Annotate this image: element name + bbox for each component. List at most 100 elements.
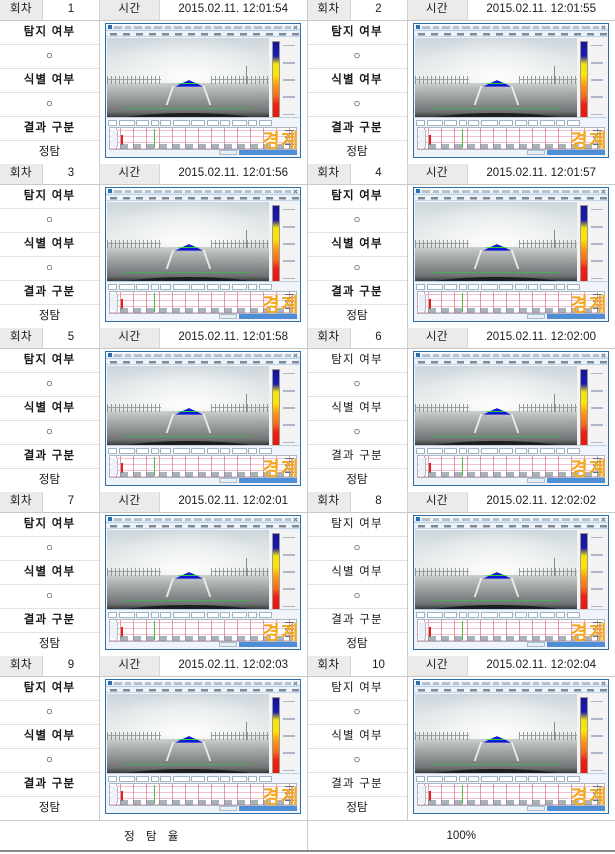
attribute-list: 탐지 여부 ○ 식별 여부 ○ 결과 구분 정탐 [307, 349, 408, 492]
result-value: 정탐 [38, 637, 61, 650]
result-label: 결과 구분 [0, 117, 99, 141]
color-scale-legend [269, 694, 300, 780]
screenshot-cell: 경계 [100, 349, 307, 492]
color-scale-ticks [282, 530, 299, 616]
app-icon [416, 517, 421, 521]
time-label: 시간 [100, 492, 160, 512]
guardrail-bar-right [210, 407, 270, 409]
round-label: 회차 [307, 0, 351, 20]
close-icon[interactable] [601, 25, 606, 30]
accuracy-rate-value: 100% [446, 829, 476, 842]
entry-body: 탐지 여부 ○ 식별 여부 ○ 결과 구분 정탐 경계 [0, 513, 307, 656]
app-title-text [422, 353, 600, 357]
app-menu-bar[interactable] [414, 31, 609, 37]
round-number: 10 [350, 656, 408, 676]
time-value: 2015.02.11. 12:02:03 [160, 656, 307, 676]
graph-toolbar[interactable] [108, 611, 298, 618]
time-label: 시간 [407, 492, 468, 512]
app-menu-bar[interactable] [106, 687, 301, 693]
detection-label: 탐지 여부 [307, 349, 407, 373]
app-title-bar [414, 516, 609, 523]
app-menu-bar[interactable] [106, 359, 301, 365]
round-number: 9 [43, 656, 100, 676]
app-icon [416, 353, 421, 357]
screenshot-cell: 경계 [100, 21, 307, 164]
guardrail-bar-right [210, 735, 270, 737]
detection-entry: 회차 1 시간 2015.02.11. 12:01:54 탐지 여부 ○ 식별 … [0, 0, 308, 164]
graph-toolbar[interactable] [108, 119, 298, 126]
close-icon[interactable] [601, 517, 606, 522]
close-icon[interactable] [293, 189, 298, 194]
identification-value: ○ [307, 585, 407, 609]
graph-toolbar[interactable] [416, 283, 606, 290]
close-icon[interactable] [601, 681, 606, 686]
app-icon [108, 353, 113, 357]
app-title-text [114, 25, 292, 29]
road-camera-view [107, 530, 270, 616]
result-label: 결과 구분 [0, 445, 99, 469]
detection-label: 탐지 여부 [0, 513, 99, 537]
app-menu-bar[interactable] [414, 195, 609, 201]
color-scale-legend [577, 530, 608, 616]
utility-pole-icon [245, 394, 247, 412]
graph-toolbar[interactable] [108, 775, 298, 782]
roi-polygon [112, 574, 265, 601]
graph-toolbar[interactable] [416, 611, 606, 618]
close-icon[interactable] [293, 681, 298, 686]
close-icon[interactable] [293, 353, 298, 358]
road-camera-view [415, 694, 578, 780]
entry-header: 회차 10 시간 2015.02.11. 12:02:04 [307, 656, 615, 677]
app-title-bar [106, 352, 301, 359]
roi-polygon [112, 246, 265, 273]
app-icon [108, 25, 113, 29]
result-value: 정탐 [346, 145, 368, 158]
detection-label: 탐지 여부 [307, 677, 407, 701]
app-menu-bar[interactable] [106, 31, 301, 37]
app-menu-bar[interactable] [106, 195, 301, 201]
close-icon[interactable] [601, 353, 606, 358]
chart-y-axis [419, 130, 427, 147]
color-scale-bar [272, 533, 281, 613]
time-label: 시간 [100, 0, 160, 20]
graph-toolbar[interactable] [108, 447, 298, 454]
utility-pole-icon [245, 722, 247, 740]
attribute-list: 탐지 여부 ○ 식별 여부 ○ 결과 구분 정탐 [0, 513, 100, 656]
graph-toolbar[interactable] [416, 119, 606, 126]
app-menu-bar[interactable] [414, 359, 609, 365]
identification-label: 식별 여부 [0, 561, 99, 585]
entry-body: 탐지 여부 ○ 식별 여부 ○ 결과 구분 정탐 경계 [307, 677, 615, 820]
identification-label: 식별 여부 [0, 69, 99, 93]
color-scale-bar [272, 41, 281, 121]
app-icon [108, 189, 113, 193]
identification-label: 식별 여부 [0, 725, 99, 749]
app-menu-bar[interactable] [414, 523, 609, 529]
color-scale-ticks [590, 530, 607, 616]
close-icon[interactable] [293, 25, 298, 30]
guardrail-bar-right [210, 243, 270, 245]
identification-value: ○ [0, 749, 99, 773]
graph-toolbar[interactable] [416, 447, 606, 454]
app-title-text [114, 517, 292, 521]
guardrail-bar-right [518, 735, 578, 737]
close-icon[interactable] [293, 517, 298, 522]
fog-detection-app-screenshot: 경계 [413, 187, 610, 322]
app-menu-bar[interactable] [414, 687, 609, 693]
guardrail-bar-left [107, 243, 161, 245]
color-scale-bar [580, 697, 589, 777]
app-title-bar [106, 24, 301, 31]
entry-header: 회차 3 시간 2015.02.11. 12:01:56 [0, 164, 307, 185]
app-menu-bar[interactable] [106, 523, 301, 529]
identification-label: 식별 여부 [307, 69, 407, 93]
close-icon[interactable] [601, 189, 606, 194]
graph-toolbar[interactable] [416, 775, 606, 782]
entry-header: 회차 5 시간 2015.02.11. 12:01:58 [0, 328, 307, 349]
alert-overlay: 경계 [262, 459, 300, 480]
time-value: 2015.02.11. 12:02:00 [467, 328, 615, 348]
color-scale-bar [580, 533, 589, 613]
entry-body: 탐지 여부 ○ 식별 여부 ○ 결과 구분 정탐 경계 [307, 513, 615, 656]
color-scale-legend [269, 530, 300, 616]
graph-toolbar[interactable] [108, 283, 298, 290]
road-camera-view [415, 366, 578, 452]
time-value: 2015.02.11. 12:02:01 [160, 492, 307, 512]
detection-label: 탐지 여부 [0, 349, 99, 373]
